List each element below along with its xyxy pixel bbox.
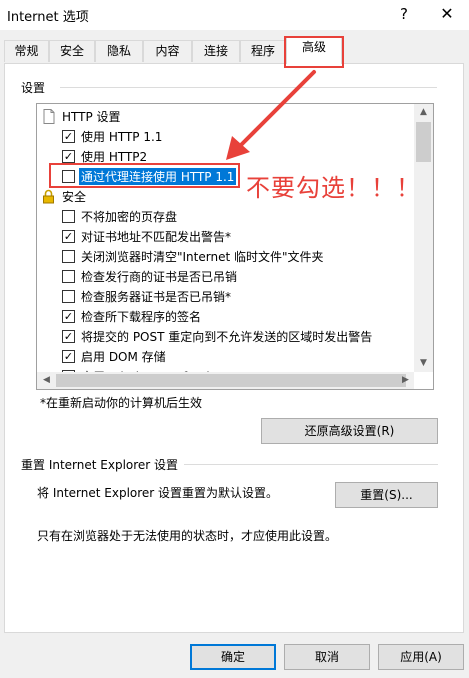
setting-http11[interactable]: ✓ 使用 HTTP 1.1: [37, 127, 417, 147]
restore-advanced-button[interactable]: 还原高级设置(R): [261, 418, 438, 444]
publisher-revocation-label: 检查发行商的证书是否已吊销: [81, 270, 238, 284]
publisher-revocation-checkbox[interactable]: [62, 270, 75, 283]
settings-group-divider: [60, 87, 437, 88]
category-security-label: 安全: [62, 190, 87, 204]
setting-cert-mismatch[interactable]: ✓ 对证书地址不匹配发出警告*: [37, 227, 417, 247]
setting-publisher-revocation[interactable]: 检查发行商的证书是否已吊销: [37, 267, 417, 287]
download-signature-label: 检查所下载程序的签名: [81, 310, 202, 324]
server-revocation-label: 检查服务器证书是否已吊销*: [81, 290, 232, 304]
scroll-left-icon[interactable]: ◀: [38, 372, 55, 389]
setting-download-signature[interactable]: ✓ 检查所下载程序的签名: [37, 307, 417, 327]
cert-mismatch-checkbox[interactable]: ✓: [62, 230, 75, 243]
cancel-button[interactable]: 取消: [284, 644, 370, 670]
settings-group-label: 设置: [21, 79, 50, 96]
tab-connections[interactable]: 连接: [192, 40, 240, 62]
cert-mismatch-label: 对证书地址不匹配发出警告*: [81, 230, 232, 244]
category-http-label: HTTP 设置: [62, 110, 121, 124]
http2-checkbox[interactable]: ✓: [62, 150, 75, 163]
lock-icon: [43, 189, 54, 204]
server-revocation-checkbox[interactable]: [62, 290, 75, 303]
dom-storage-checkbox[interactable]: ✓: [62, 350, 75, 363]
empty-temp-checkbox[interactable]: [62, 250, 75, 263]
setting-server-revocation[interactable]: 检查服务器证书是否已吊销*: [37, 287, 417, 307]
apply-button[interactable]: 应用(A): [378, 644, 464, 670]
setting-post-redirect[interactable]: ✓ 将提交的 POST 重定向到不允许发送的区域时发出警告: [37, 327, 417, 347]
tab-content[interactable]: 内容: [143, 40, 192, 62]
reset-group-label: 重置 Internet Explorer 设置: [21, 456, 183, 473]
setting-no-save-encrypted[interactable]: 不将加密的页存盘: [37, 207, 417, 227]
post-redirect-checkbox[interactable]: ✓: [62, 330, 75, 343]
settings-tree[interactable]: HTTP 设置 ✓ 使用 HTTP 1.1 ✓ 使用 HTTP2 通过代理连接使…: [36, 103, 434, 390]
category-http: HTTP 设置: [37, 107, 417, 127]
ok-button[interactable]: 确定: [190, 644, 276, 670]
document-icon: [43, 109, 55, 124]
vertical-scroll-thumb[interactable]: [416, 122, 431, 162]
setting-empty-temp[interactable]: 关闭浏览器时清空"Internet 临时文件"文件夹: [37, 247, 417, 267]
reset-description: 将 Internet Explorer 设置重置为默认设置。: [37, 486, 279, 500]
annotation-text: 不要勾选！！！: [246, 174, 421, 202]
annotation-highlight-box: [49, 163, 240, 188]
setting-dom-storage[interactable]: ✓ 启用 DOM 存储: [37, 347, 417, 367]
tab-highlight-box: [284, 36, 344, 68]
scroll-down-icon[interactable]: ▼: [415, 355, 432, 372]
help-button[interactable]: ?: [393, 3, 415, 25]
reset-warning: 只有在浏览器处于无法使用的状态时，才应使用此设置。: [37, 529, 338, 543]
download-signature-checkbox[interactable]: ✓: [62, 310, 75, 323]
empty-temp-label: 关闭浏览器时清空"Internet 临时文件"文件夹: [81, 250, 324, 264]
dom-storage-label: 启用 DOM 存储: [81, 350, 166, 364]
post-redirect-label: 将提交的 POST 重定向到不允许发送的区域时发出警告: [81, 330, 373, 344]
http11-checkbox[interactable]: ✓: [62, 130, 75, 143]
tab-programs[interactable]: 程序: [240, 40, 286, 62]
scroll-up-icon[interactable]: ▲: [415, 104, 432, 121]
scroll-right-icon[interactable]: ▶: [397, 372, 414, 389]
reset-group-divider: [184, 464, 438, 465]
horizontal-scroll-thumb[interactable]: [56, 374, 406, 387]
no-save-encrypted-label: 不将加密的页存盘: [81, 210, 178, 224]
reset-button[interactable]: 重置(S)...: [335, 482, 438, 508]
close-icon[interactable]: ✕: [436, 3, 458, 25]
tab-privacy[interactable]: 隐私: [95, 40, 143, 62]
no-save-encrypted-checkbox[interactable]: [62, 210, 75, 223]
tab-security[interactable]: 安全: [49, 40, 95, 62]
tab-general[interactable]: 常规: [4, 40, 49, 62]
window-title: Internet 选项: [7, 10, 89, 25]
restart-note: *在重新启动你的计算机后生效: [40, 396, 203, 410]
http11-label: 使用 HTTP 1.1: [81, 130, 163, 144]
